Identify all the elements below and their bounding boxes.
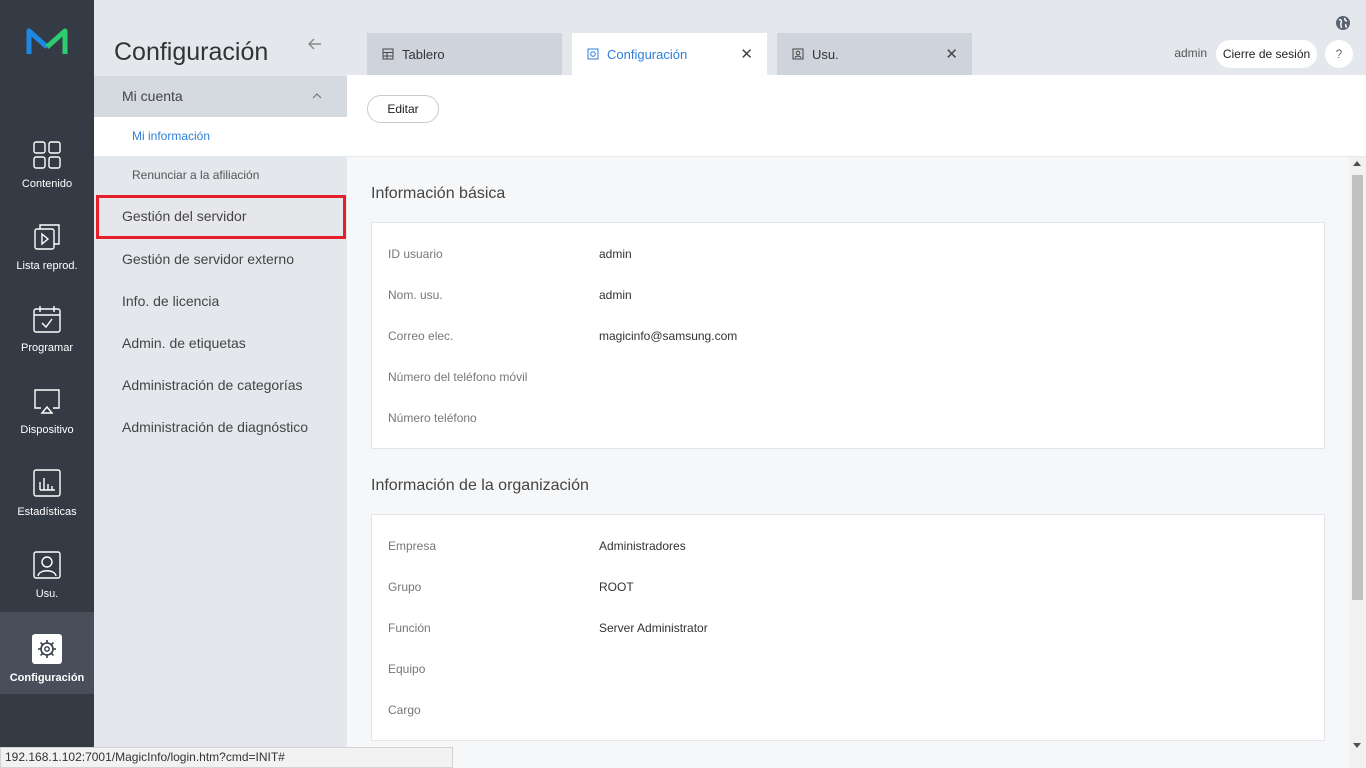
section-title-basic: Información básica: [371, 185, 506, 202]
user-icon: [792, 48, 804, 60]
section-title-org: Información de la organización: [371, 477, 589, 494]
playlist-icon: [34, 224, 60, 250]
field-label: ID usuario: [388, 247, 443, 261]
globe-icon[interactable]: [1335, 15, 1351, 31]
bar-chart-icon: [33, 469, 61, 497]
menu-item-mi-informacion[interactable]: Mi información: [94, 117, 347, 156]
rail-item-lista-reprod[interactable]: Lista reprod.: [0, 200, 94, 282]
field-label: Cargo: [388, 703, 421, 717]
menu-item-label: Administración de categorías: [122, 377, 303, 393]
grid-icon: [33, 141, 61, 169]
rail-item-label: Usu.: [35, 588, 59, 600]
scroll-down-arrow-icon[interactable]: [1353, 743, 1361, 748]
field-label: Nom. usu.: [388, 288, 443, 302]
chevron-up-icon: [312, 93, 322, 99]
edit-button[interactable]: Editar: [367, 95, 439, 123]
basic-info-card: ID usuario admin Nom. usu. admin Correo …: [371, 222, 1325, 449]
menu-item-renunciar[interactable]: Renunciar a la afiliación: [94, 156, 347, 195]
page-title: Configuración: [114, 38, 269, 66]
tab-configuracion[interactable]: Configuración ✕: [572, 33, 767, 75]
menu-item-label: Gestión del servidor: [122, 208, 247, 224]
rail-item-label: Estadísticas: [17, 506, 77, 518]
scrollbar-thumb[interactable]: [1352, 175, 1363, 600]
settings-menu: Configuración Mi cuenta Mi información R…: [94, 0, 347, 768]
content-panel: Información básica ID usuario admin Nom.…: [347, 157, 1349, 768]
rail-item-estadisticas[interactable]: Estadísticas: [0, 446, 94, 528]
logout-button[interactable]: Cierre de sesión: [1216, 40, 1317, 68]
status-url: 192.168.1.102:7001/MagicInfo/login.htm?c…: [0, 747, 453, 768]
menu-group-label: Mi cuenta: [122, 88, 183, 104]
close-icon[interactable]: ✕: [740, 45, 753, 63]
org-info-card: Empresa Administradores Grupo ROOT Funci…: [371, 514, 1325, 741]
magicinfo-logo[interactable]: [26, 26, 68, 58]
toolbar: Editar: [347, 75, 1366, 157]
field-label: Equipo: [388, 662, 426, 676]
gear-icon: [32, 634, 62, 664]
menu-item-label: Admin. de etiquetas: [122, 335, 246, 351]
field-value: magicinfo@samsung.com: [599, 329, 738, 343]
field-label: Grupo: [388, 580, 422, 594]
arrow-left-icon[interactable]: [305, 34, 325, 54]
field-value: Server Administrator: [599, 621, 708, 635]
top-bar: Tablero Configuración ✕ Usu. ✕: [347, 0, 1366, 75]
user-name: admin: [1174, 46, 1207, 60]
rail-item-label: Contenido: [21, 178, 73, 190]
tab-label: Tablero: [402, 47, 445, 62]
help-button[interactable]: ?: [1325, 40, 1353, 68]
tab-label: Configuración: [607, 47, 688, 62]
menu-item-admin-etiquetas[interactable]: Admin. de etiquetas: [94, 322, 347, 364]
calendar-icon: [33, 306, 61, 333]
menu-item-label: Mi información: [132, 129, 211, 143]
field-label: Número del teléfono móvil: [388, 370, 528, 384]
menu-item-label: Info. de licencia: [122, 293, 220, 309]
menu-item-admin-categorias[interactable]: Administración de categorías: [94, 364, 347, 406]
menu-item-gestion-servidor-externo[interactable]: Gestión de servidor externo: [94, 238, 347, 280]
rail-item-contenido[interactable]: Contenido: [0, 118, 94, 200]
field-label: Empresa: [388, 539, 437, 553]
field-label: Número teléfono: [388, 411, 477, 425]
monitor-icon: [34, 389, 60, 414]
menu-item-info-licencia[interactable]: Info. de licencia: [94, 280, 347, 322]
menu-item-label: Gestión de servidor externo: [122, 251, 294, 267]
tab-label: Usu.: [812, 47, 839, 62]
tab-tablero[interactable]: Tablero: [367, 33, 562, 75]
field-value: admin: [599, 247, 632, 261]
menu-item-gestion-servidor[interactable]: Gestión del servidor: [96, 195, 346, 239]
menu-group-mi-cuenta[interactable]: Mi cuenta: [94, 76, 347, 117]
menu-item-admin-diagnostico[interactable]: Administración de diagnóstico: [94, 406, 347, 448]
field-value: admin: [599, 288, 632, 302]
rail-item-label: Dispositivo: [20, 424, 74, 436]
dashboard-icon: [382, 48, 394, 60]
rail-item-programar[interactable]: Programar: [0, 282, 94, 364]
rail-item-configuracion[interactable]: Configuración: [0, 612, 94, 694]
field-value: Administradores: [599, 539, 686, 553]
rail-item-label: Configuración: [9, 672, 85, 684]
menu-item-label: Renunciar a la afiliación: [132, 168, 260, 182]
settings-icon: [587, 48, 599, 60]
rail-item-label: Lista reprod.: [16, 260, 78, 272]
field-label: Correo elec.: [388, 329, 454, 343]
content-scrollbar[interactable]: [1349, 157, 1366, 768]
tab-usu[interactable]: Usu. ✕: [777, 33, 972, 75]
close-icon[interactable]: ✕: [945, 45, 958, 63]
menu-item-label: Administración de diagnóstico: [122, 419, 308, 435]
rail-item-dispositivo[interactable]: Dispositivo: [0, 364, 94, 446]
main-nav-rail: Contenido Lista reprod. Programar Dispos…: [0, 0, 94, 768]
field-label: Función: [388, 621, 431, 635]
scroll-up-arrow-icon[interactable]: [1353, 161, 1361, 166]
rail-item-label: Programar: [21, 342, 73, 354]
field-value: ROOT: [599, 580, 634, 594]
rail-item-usu[interactable]: Usu.: [0, 528, 94, 610]
user-icon: [33, 551, 61, 579]
